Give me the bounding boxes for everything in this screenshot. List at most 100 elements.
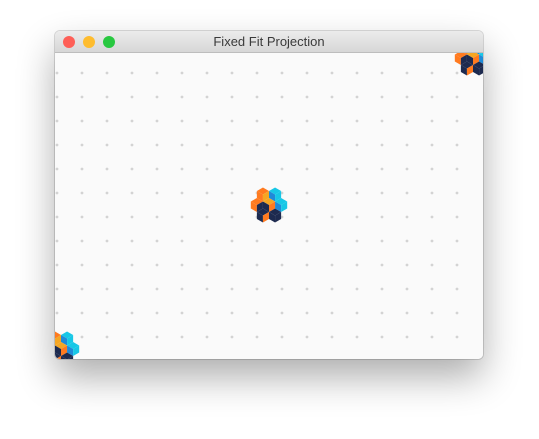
grid-dot — [155, 191, 159, 195]
grid-dot — [430, 95, 434, 99]
grid-dot — [430, 119, 434, 123]
grid-dot — [230, 167, 234, 171]
grid-dot — [430, 263, 434, 267]
grid-dot — [455, 335, 459, 339]
grid-dot — [255, 311, 259, 315]
grid-dot — [205, 215, 209, 219]
grid-dot — [130, 311, 134, 315]
grid-dot — [405, 71, 409, 75]
grid-dot — [330, 167, 334, 171]
grid-dot — [180, 119, 184, 123]
grid-dot — [205, 71, 209, 75]
grid-dot — [305, 263, 309, 267]
grid-dot — [330, 71, 334, 75]
grid-dot — [305, 311, 309, 315]
grid-dot — [405, 239, 409, 243]
grid-dot — [130, 263, 134, 267]
grid-dot — [455, 287, 459, 291]
grid-dot — [105, 215, 109, 219]
grid-dot — [155, 335, 159, 339]
grid-dot — [130, 335, 134, 339]
grid-dot — [255, 167, 259, 171]
grid-dot — [130, 119, 134, 123]
grid-dot — [180, 143, 184, 147]
grid-dot — [180, 95, 184, 99]
grid-dot — [355, 95, 359, 99]
grid-dot — [330, 311, 334, 315]
grid-dot — [455, 119, 459, 123]
grid-dot — [80, 71, 84, 75]
grid-dot — [105, 263, 109, 267]
grid-dot — [355, 215, 359, 219]
grid-dot — [155, 71, 159, 75]
grid-dot — [230, 335, 234, 339]
grid-dot — [55, 263, 59, 267]
grid-dot — [180, 215, 184, 219]
grid-dot — [55, 71, 59, 75]
grid-dot — [305, 143, 309, 147]
grid-dot — [255, 263, 259, 267]
grid-dot — [55, 167, 59, 171]
grid-dot — [205, 119, 209, 123]
grid-dot — [80, 263, 84, 267]
grid-dot — [380, 263, 384, 267]
grid-dot — [380, 71, 384, 75]
grid-dot — [355, 191, 359, 195]
grid-dot — [305, 335, 309, 339]
app-window: Fixed Fit Projection — [55, 31, 483, 359]
corner-cube-cluster-bottom-left[interactable] — [55, 331, 80, 360]
grid-dot — [405, 95, 409, 99]
grid-dot — [305, 95, 309, 99]
grid-dot — [230, 191, 234, 195]
grid-dot — [130, 143, 134, 147]
grid-dot — [105, 311, 109, 315]
grid-dot — [455, 71, 459, 75]
grid-dot — [355, 311, 359, 315]
grid-dot — [205, 239, 209, 243]
grid-dot — [230, 95, 234, 99]
grid-dot — [155, 95, 159, 99]
projection-canvas[interactable] — [55, 53, 483, 359]
grid-dot — [105, 143, 109, 147]
grid-dot — [355, 335, 359, 339]
grid-dot — [330, 215, 334, 219]
grid-dot — [430, 167, 434, 171]
grid-dot — [355, 239, 359, 243]
grid-dot — [130, 71, 134, 75]
grid-dot — [430, 239, 434, 243]
grid-dot — [205, 191, 209, 195]
grid-dot — [130, 215, 134, 219]
grid-dot — [330, 95, 334, 99]
grid-dot — [230, 263, 234, 267]
grid-dot — [280, 167, 284, 171]
grid-dot — [230, 287, 234, 291]
grid-dot — [230, 215, 234, 219]
grid-dot — [55, 311, 59, 315]
grid-dot — [455, 239, 459, 243]
corner-cube-cluster-top-right[interactable] — [454, 53, 483, 76]
title-bar[interactable]: Fixed Fit Projection — [55, 31, 483, 53]
grid-dot — [255, 287, 259, 291]
grid-dot — [255, 335, 259, 339]
grid-dot — [455, 95, 459, 99]
grid-dot — [430, 143, 434, 147]
grid-dot — [130, 191, 134, 195]
grid-dot — [80, 287, 84, 291]
grid-dot — [205, 95, 209, 99]
grid-dot — [430, 71, 434, 75]
grid-dot — [405, 335, 409, 339]
grid-dot — [255, 239, 259, 243]
grid-dot — [255, 95, 259, 99]
grid-dot — [205, 143, 209, 147]
grid-dot — [380, 311, 384, 315]
grid-dot — [55, 95, 59, 99]
grid-dot — [280, 239, 284, 243]
grid-dot — [280, 263, 284, 267]
grid-dot — [105, 95, 109, 99]
grid-dot — [380, 287, 384, 291]
grid-dot — [55, 119, 59, 123]
grid-dot — [380, 239, 384, 243]
grid-dot — [305, 167, 309, 171]
grid-dot — [80, 239, 84, 243]
grid-dot — [105, 71, 109, 75]
